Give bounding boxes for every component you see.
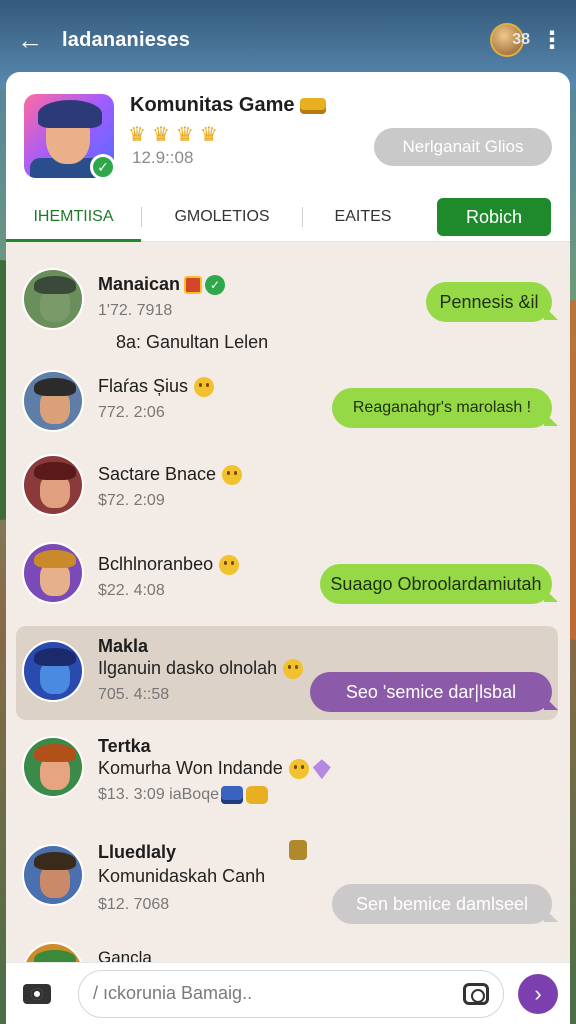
page-title: ladananieses	[62, 28, 191, 51]
verified-icon: ✓	[205, 275, 226, 296]
primary-action-button[interactable]: Robich	[437, 198, 551, 236]
crown-icon: ♛	[199, 124, 218, 146]
verified-icon: ✓	[90, 154, 116, 180]
tab-1[interactable]: IHEMTIISA	[6, 192, 141, 242]
chat-name: Lluedlaly	[98, 842, 177, 862]
chat-preview: Komurha Won Indande	[98, 758, 331, 780]
gold-badge-icon	[246, 786, 268, 804]
message-composer: ›	[6, 962, 570, 1024]
smile-emoji-icon	[194, 377, 215, 398]
crown-icon: ♛	[151, 124, 170, 146]
chat-name: Makla	[98, 636, 149, 656]
chat-row[interactable]: Manaican ✓ 1'72. 7918 8a: Ganultan Lelen …	[16, 258, 558, 354]
avatar[interactable]	[22, 454, 84, 516]
chat-name: Tertka	[98, 736, 151, 756]
chat-name: Manaican ✓	[98, 274, 226, 296]
tab-3[interactable]: EAITES	[303, 192, 423, 242]
avatar[interactable]	[22, 268, 84, 330]
avatar[interactable]	[22, 844, 84, 906]
member-count: 38	[512, 31, 530, 48]
chat-time: 705. 4::58	[98, 686, 170, 703]
chat-row-highlighted[interactable]: Makla Ilganuin dasko olnolah 705. 4::58 …	[16, 626, 558, 720]
tab-bar: IHEMTIISA GMOLETIOS EAITES Robich	[6, 192, 570, 242]
community-timestamp: 12.9::08	[132, 148, 194, 167]
smile-emoji-icon	[219, 555, 240, 576]
chat-row[interactable]: Bclhlnoranbeo $22. 4:08 Suaago Obroolard…	[16, 534, 558, 622]
smile-emoji-icon	[222, 465, 243, 486]
avatar[interactable]	[22, 640, 84, 702]
chat-bubble[interactable]: Pennesis &il	[426, 282, 552, 322]
chat-time: $72. 2:09	[98, 492, 165, 509]
gem-icon	[312, 759, 331, 780]
chat-time: 1'72. 7918	[98, 302, 173, 319]
chat-row[interactable]: Tertka Komurha Won Indande $13. 3:09 iaB…	[16, 730, 558, 826]
chat-time: $22. 4:08	[98, 582, 165, 599]
chat-row[interactable]: Sactare Bnace $72. 2:09	[16, 448, 558, 528]
send-icon[interactable]: ›	[518, 973, 558, 1014]
chat-row[interactable]: Lluedlaly Komunidaskah Canh $12. 7068 Se…	[16, 834, 558, 938]
community-header: ✓ Komunitas Game ♛ ♛ ♛ ♛ 12.9::08 Nerlga…	[6, 72, 570, 242]
smile-emoji-icon	[283, 659, 304, 680]
chat-preview: Ilganuin dasko olnolah	[98, 658, 304, 680]
top-right-group: 38 ⋮	[490, 23, 564, 57]
crown-rating: ♛ ♛ ♛ ♛	[128, 122, 218, 147]
community-title: Komunitas Game	[130, 94, 327, 117]
community-card: ✓ Komunitas Game ♛ ♛ ♛ ♛ 12.9::08 Nerlga…	[6, 72, 570, 1024]
more-vertical-icon[interactable]: ⋮	[540, 26, 564, 55]
smile-emoji-icon	[288, 759, 309, 780]
crown-icon: ♛	[175, 124, 194, 146]
chat-time: $13. 3:09 iaBoqe	[98, 786, 268, 804]
avatar[interactable]	[22, 370, 84, 432]
chip-badge-icon	[221, 786, 243, 804]
instagram-camera-icon[interactable]	[463, 982, 489, 1005]
message-input[interactable]	[93, 983, 463, 1004]
header-action-pill[interactable]: Nerlganait Glios	[374, 128, 552, 166]
chat-bubble[interactable]: Sen bemice damlseel	[332, 884, 552, 924]
crown-icon: ♛	[128, 124, 146, 146]
shield-icon	[289, 840, 307, 860]
chat-time: $12. 7068	[98, 896, 170, 913]
avatar[interactable]	[22, 542, 84, 604]
chat-preview: 8a: Ganultan Lelen	[116, 332, 269, 352]
chat-bubble[interactable]: Suaago Obroolardamiutah	[320, 564, 552, 604]
back-arrow-icon[interactable]: ←	[16, 25, 44, 55]
chat-name: Bclhlnoranbeo	[98, 554, 240, 576]
chat-row[interactable]: Flaŕas Șius 772. 2:06 Reaganahgr's marol…	[16, 362, 558, 442]
chat-name: Flaŕas Șius	[98, 376, 215, 398]
avatar[interactable]	[22, 736, 84, 798]
camera-icon[interactable]	[18, 975, 56, 1013]
tab-2[interactable]: GMOLETIOS	[142, 192, 302, 242]
chat-preview: Komunidaskah Canh	[98, 866, 266, 886]
top-bar: ← ladananieses 38 ⋮	[0, 0, 576, 80]
chat-name: Sactare Bnace	[98, 464, 243, 486]
shield-badge-icon	[184, 276, 203, 295]
chat-time: 772. 2:06	[98, 404, 165, 421]
message-field-wrapper	[78, 969, 504, 1018]
chat-bubble[interactable]: Seo 'semice dar|lsbal	[310, 672, 552, 712]
chat-bubble[interactable]: Reaganahgr's marolash !	[332, 388, 552, 428]
trophy-icon	[300, 97, 327, 114]
